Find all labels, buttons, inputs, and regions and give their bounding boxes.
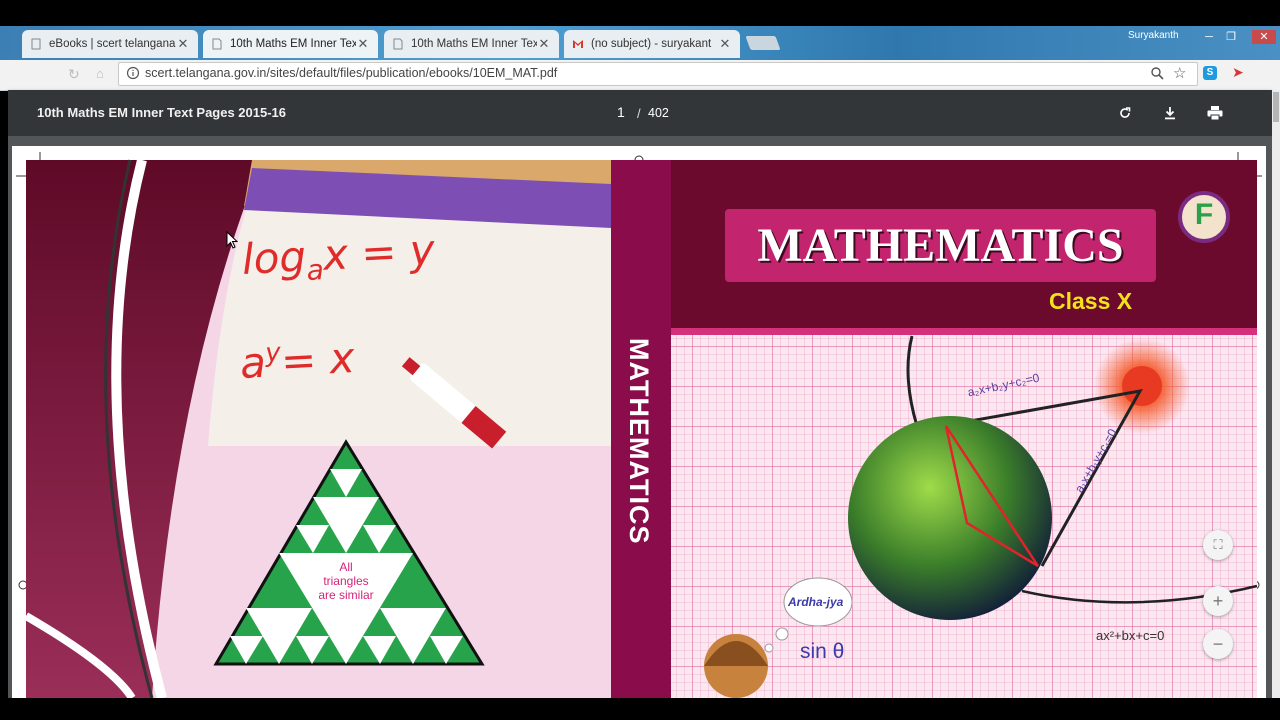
extension-icon[interactable]: ➤ — [1232, 64, 1244, 81]
close-icon[interactable]: ✕ — [537, 36, 551, 52]
fit-page-button[interactable]: ⛶ — [1203, 530, 1233, 560]
reload-icon[interactable]: ↻ — [68, 66, 80, 83]
tab-pdf-active[interactable]: 10th Maths EM Inner Tex ✕ — [203, 30, 378, 58]
mouse-cursor-icon — [226, 231, 238, 249]
info-icon[interactable] — [126, 66, 140, 80]
tab-title: 10th Maths EM Inner Tex — [230, 38, 356, 50]
url-text[interactable]: scert.telangana.gov.in/sites/default/fil… — [145, 66, 557, 80]
whiteboard-exp-formula: ay= x — [239, 333, 356, 388]
zoom-in-button[interactable]: + — [1203, 586, 1233, 616]
tab-gmail[interactable]: (no subject) - suryakant ✕ — [564, 30, 740, 58]
document-icon — [212, 38, 222, 50]
whiteboard-exp-rest: = x — [279, 333, 356, 386]
close-icon[interactable]: ✕ — [356, 36, 370, 52]
thought-bubble-text: Ardha-jya — [788, 595, 844, 609]
new-tab-button[interactable] — [745, 36, 781, 50]
pdf-title: 10th Maths EM Inner Text Pages 2015-16 — [37, 105, 287, 120]
bookmark-star-icon[interactable]: ☆ — [1173, 64, 1186, 82]
whiteboard-exponent: y — [264, 337, 282, 369]
close-icon[interactable]: ✕ — [718, 36, 732, 52]
pdf-page: logax = y ay= x All triangles are simila… — [12, 146, 1266, 698]
tab-title: (no subject) - suryakant — [591, 38, 712, 50]
triangle-caption-line: triangles — [323, 574, 369, 588]
sine-label: sin θ — [800, 640, 845, 663]
page-total: 402 — [648, 106, 669, 120]
scrollbar-thumb[interactable] — [1273, 92, 1279, 122]
whiteboard-log: log — [240, 231, 308, 285]
quadratic-equation: ax²+bx+c=0 — [1096, 628, 1165, 643]
download-icon[interactable] — [1158, 102, 1182, 124]
triangle-caption: All triangles are similar — [308, 560, 384, 602]
home-icon[interactable]: ⌂ — [96, 66, 104, 81]
profile-name[interactable]: Suryakanth — [1128, 30, 1179, 41]
triangle-caption-line: are similar — [318, 588, 374, 602]
skype-extension-icon[interactable]: S — [1203, 66, 1217, 80]
page-icon — [31, 38, 41, 50]
page-number-input[interactable]: 1 — [617, 104, 625, 120]
restore-icon[interactable]: ❐ — [1222, 30, 1240, 44]
minimize-icon[interactable]: ─ — [1200, 30, 1218, 44]
f-badge: F — [1194, 198, 1214, 231]
close-icon[interactable]: ✕ — [176, 36, 190, 52]
rotate-icon[interactable] — [1113, 102, 1137, 124]
zoom-out-button[interactable]: − — [1203, 629, 1233, 659]
tab-pdf[interactable]: 10th Maths EM Inner Tex ✕ — [384, 30, 559, 58]
zoom-icon[interactable] — [1150, 66, 1164, 80]
gmail-icon — [573, 40, 583, 48]
cover-title: MATHEMATICS — [757, 219, 1124, 272]
whiteboard-a: a — [238, 337, 268, 388]
page-separator: / — [637, 106, 641, 121]
bottom-frame — [0, 698, 1280, 720]
tab-title: eBooks | scert telangana — [49, 38, 176, 50]
spine: MATHEMATICS — [612, 166, 670, 686]
spine-title: MATHEMATICS — [624, 338, 654, 545]
tab-ebooks[interactable]: eBooks | scert telangana ✕ — [22, 30, 198, 58]
tab-title: 10th Maths EM Inner Tex — [411, 38, 537, 50]
print-icon[interactable] — [1203, 102, 1227, 124]
triangle-caption-line: All — [339, 560, 353, 574]
close-window-icon[interactable]: ✕ — [1252, 30, 1276, 44]
whiteboard-base: a — [305, 253, 325, 288]
scrollbar[interactable] — [1272, 90, 1280, 698]
document-icon — [393, 38, 403, 50]
whiteboard-log-rest: x = y — [321, 224, 436, 280]
whiteboard-log-formula: logax = y — [241, 225, 436, 290]
class-label: Class X — [1049, 288, 1133, 314]
